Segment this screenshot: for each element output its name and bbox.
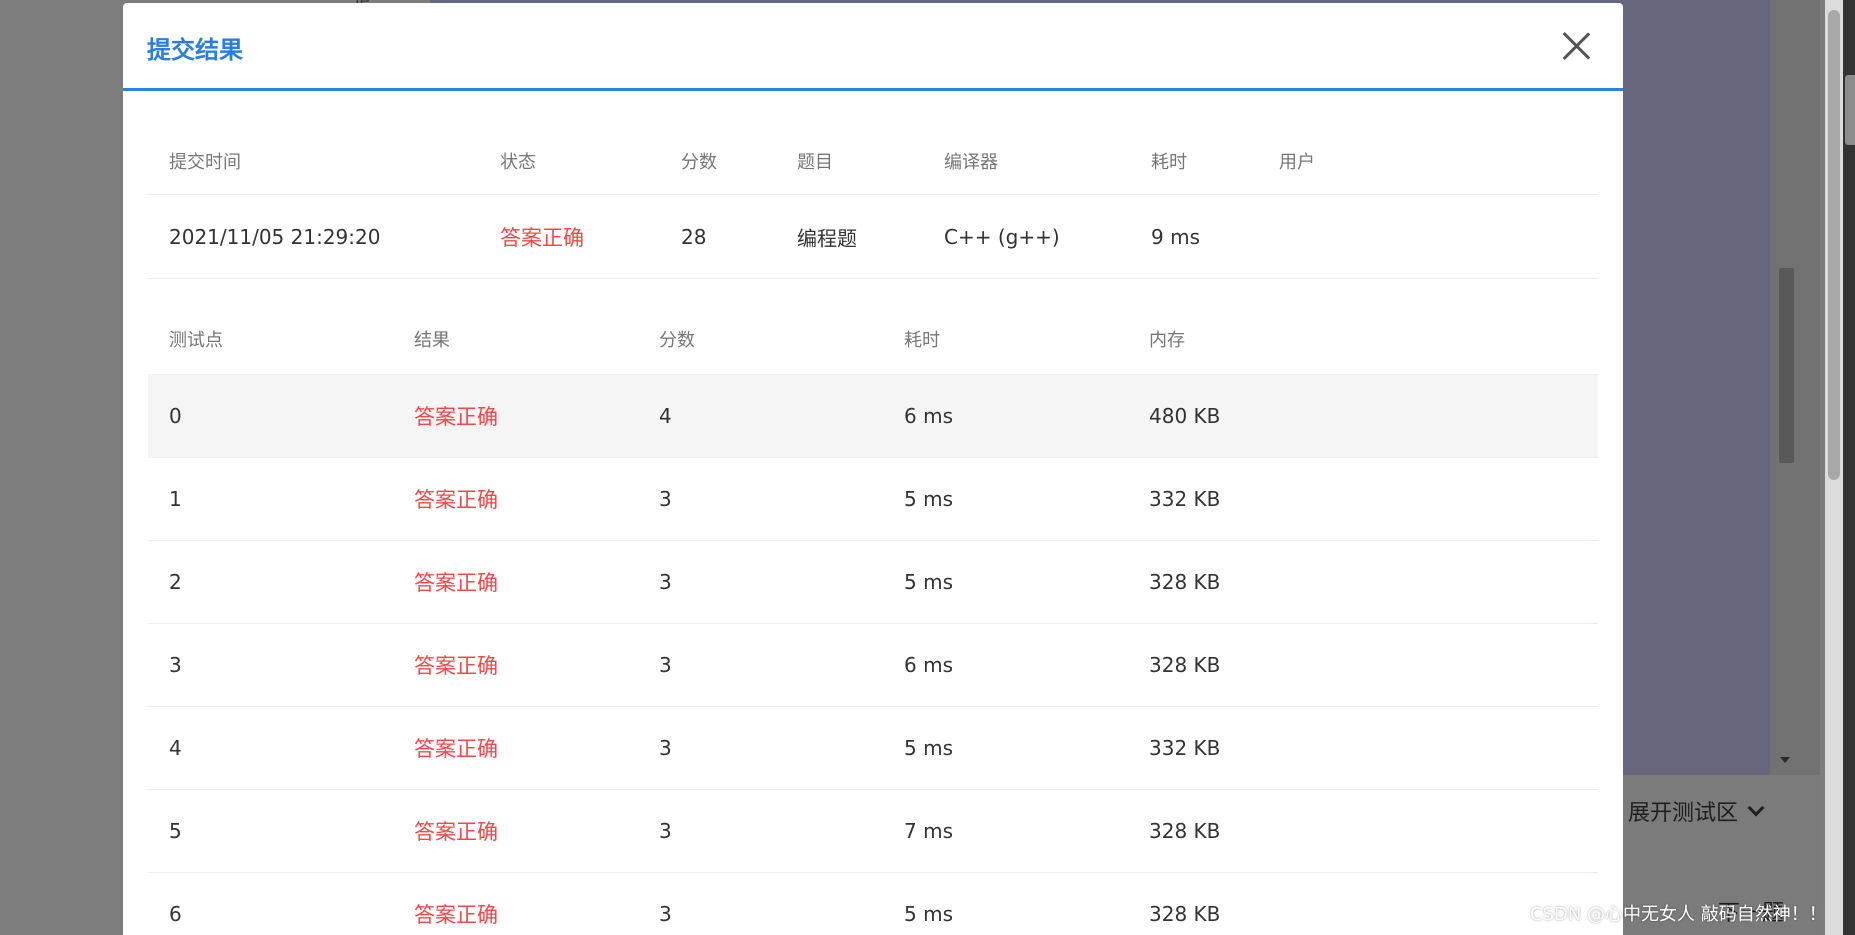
chevron-down-icon <box>1747 799 1765 817</box>
test-score: 3 <box>659 570 672 594</box>
test-time: 5 ms <box>904 736 953 760</box>
test-score: 3 <box>659 736 672 760</box>
header-status: 状态 <box>500 152 536 173</box>
test-point-id: 2 <box>169 570 182 594</box>
header-result: 结果 <box>414 329 450 351</box>
header-memory: 内存 <box>1149 329 1185 351</box>
header-time: 耗时 <box>1151 152 1187 173</box>
submission-result-dialog: 提交结果 提交时间 状态 分数 题目 编译器 耗时 用户 2021/11/05 … <box>123 3 1623 935</box>
test-memory: 328 KB <box>1149 819 1221 843</box>
test-memory: 328 KB <box>1149 653 1221 677</box>
summary-row: 2021/11/05 21:29:20 答案正确 28 编程题 C++ (g++… <box>148 195 1598 279</box>
test-point-id: 4 <box>169 736 182 760</box>
dialog-header: 提交结果 <box>123 3 1623 91</box>
editor-scrollbar-thumb[interactable] <box>1779 268 1794 463</box>
test-result: 答案正确 <box>414 820 498 844</box>
test-memory: 332 KB <box>1149 736 1221 760</box>
header-submit-time: 提交时间 <box>169 152 241 173</box>
test-result: 答案正确 <box>414 654 498 678</box>
editor-scroll-down-icon[interactable] <box>1780 757 1790 763</box>
compiler: C++ (g++) <box>944 224 1060 249</box>
table-row: 4 答案正确 3 5 ms 332 KB <box>148 707 1598 790</box>
status-badge: 答案正确 <box>500 225 584 250</box>
test-score: 3 <box>659 902 672 926</box>
test-result: 答案正确 <box>414 488 498 512</box>
table-row: 0 答案正确 4 6 ms 480 KB <box>148 375 1598 458</box>
expand-test-area-label: 展开测试区 <box>1628 801 1739 826</box>
test-result: 答案正确 <box>414 571 498 595</box>
test-memory: 328 KB <box>1149 902 1221 926</box>
test-time: 5 ms <box>904 570 953 594</box>
table-row: 2 答案正确 3 5 ms 328 KB <box>148 541 1598 624</box>
header-time: 耗时 <box>904 329 940 351</box>
test-time: 6 ms <box>904 404 953 428</box>
table-row: 6 答案正确 3 5 ms 328 KB <box>148 873 1598 935</box>
score: 28 <box>681 224 707 249</box>
test-result: 答案正确 <box>414 903 498 927</box>
test-point-id: 1 <box>169 487 182 511</box>
test-points-table: 测试点 结果 分数 耗时 内存 0 答案正确 4 6 ms 480 KB 1 答… <box>148 303 1598 935</box>
test-point-id: 5 <box>169 819 182 843</box>
header-score: 分数 <box>681 152 717 173</box>
table-row: 5 答案正确 3 7 ms 328 KB <box>148 790 1598 873</box>
test-time: 5 ms <box>904 902 953 926</box>
test-point-id: 3 <box>169 653 182 677</box>
test-point-id: 0 <box>169 404 182 428</box>
test-score: 3 <box>659 653 672 677</box>
close-icon[interactable] <box>1561 31 1591 61</box>
header-compiler: 编译器 <box>944 152 998 173</box>
editor-side-panel <box>1770 0 1820 775</box>
test-point-id: 6 <box>169 902 182 926</box>
test-result: 答案正确 <box>414 737 498 761</box>
test-score: 4 <box>659 404 672 428</box>
table-row: 3 答案正确 3 6 ms 328 KB <box>148 624 1598 707</box>
dialog-title: 提交结果 <box>147 36 243 64</box>
header-problem: 题目 <box>797 152 833 173</box>
test-score: 3 <box>659 487 672 511</box>
test-memory: 332 KB <box>1149 487 1221 511</box>
problem-type: 编程题 <box>797 226 857 250</box>
header-user: 用户 <box>1279 152 1315 173</box>
header-score: 分数 <box>659 329 695 351</box>
test-memory: 328 KB <box>1149 570 1221 594</box>
table-row: 1 答案正确 3 5 ms 332 KB <box>148 458 1598 541</box>
test-memory: 480 KB <box>1149 404 1221 428</box>
expand-test-area-button[interactable]: 展开测试区 <box>1628 795 1765 827</box>
run-time: 9 ms <box>1151 224 1200 249</box>
test-result: 答案正确 <box>414 405 498 429</box>
test-time: 6 ms <box>904 653 953 677</box>
submission-summary-table: 提交时间 状态 分数 题目 编译器 耗时 用户 2021/11/05 21:29… <box>148 128 1598 279</box>
edge-widget-icon[interactable] <box>1845 75 1855 145</box>
test-score: 3 <box>659 819 672 843</box>
header-test-point: 测试点 <box>169 329 223 351</box>
csdn-watermark: CSDN @心中无女人 敲码自然神！！ <box>1530 904 1827 925</box>
tests-header-row: 测试点 结果 分数 耗时 内存 <box>148 303 1598 375</box>
test-time: 7 ms <box>904 819 953 843</box>
summary-header-row: 提交时间 状态 分数 题目 编译器 耗时 用户 <box>148 128 1598 195</box>
test-time: 5 ms <box>904 487 953 511</box>
window-scrollbar-thumb[interactable] <box>1828 10 1840 480</box>
submit-time: 2021/11/05 21:29:20 <box>169 224 381 249</box>
